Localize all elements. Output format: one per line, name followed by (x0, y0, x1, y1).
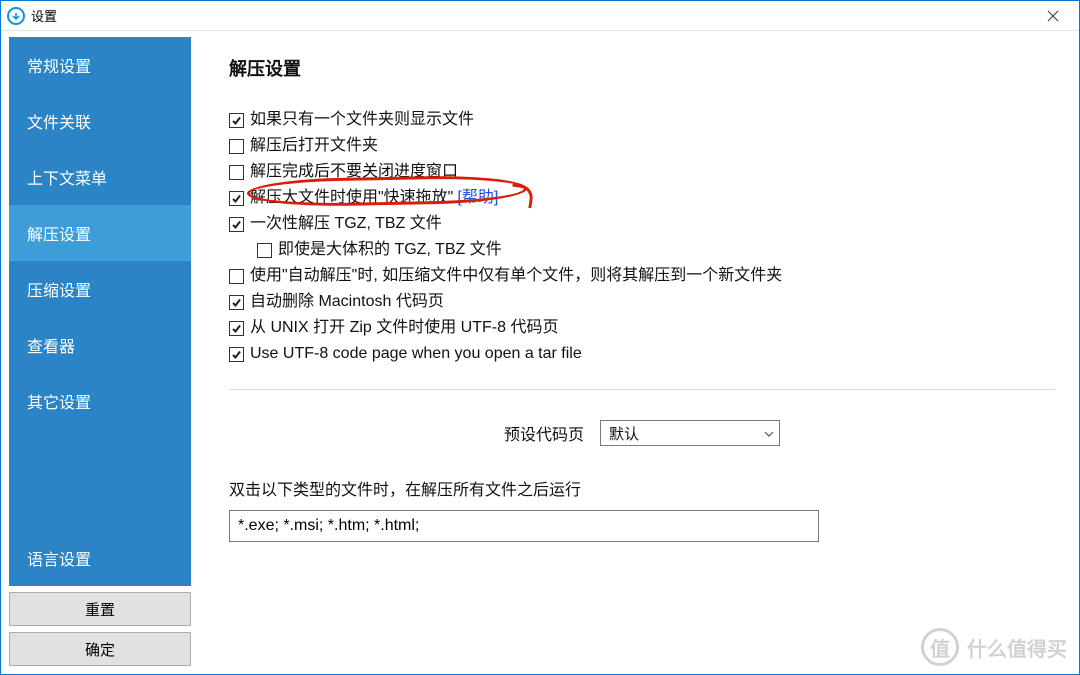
sidebar-item-label: 查看器 (27, 339, 75, 356)
option-label: 如果只有一个文件夹则显示文件 (250, 109, 474, 131)
divider (229, 389, 1055, 390)
sidebar-item-context[interactable]: 上下文菜单 (9, 149, 191, 205)
sidebar-item-extract[interactable]: 解压设置 (9, 205, 191, 261)
option-label: 即使是大体积的 TGZ, TBZ 文件 (278, 239, 502, 261)
help-link[interactable]: [帮助] (457, 187, 498, 209)
sidebar: 常规设置 文件关联 上下文菜单 解压设置 压缩设置 查看器 其它设置 语言设置 … (1, 31, 199, 674)
checkbox[interactable] (229, 347, 244, 362)
close-icon (1047, 10, 1059, 22)
sidebar-item-label: 上下文菜单 (27, 171, 107, 188)
option-row: 从 UNIX 打开 Zip 文件时使用 UTF-8 代码页 (229, 317, 1055, 339)
option-row: 解压完成后不要关闭进度窗口 (229, 161, 1055, 183)
close-button[interactable] (1033, 1, 1073, 31)
checkbox[interactable] (229, 217, 244, 232)
sidebar-item-compress[interactable]: 压缩设置 (9, 261, 191, 317)
checkbox[interactable] (229, 269, 244, 284)
page-title: 解压设置 (229, 55, 1055, 81)
sidebar-item-label: 常规设置 (27, 59, 91, 76)
options-list: 如果只有一个文件夹则显示文件解压后打开文件夹解压完成后不要关闭进度窗口解压大文件… (229, 109, 1055, 365)
checkbox[interactable] (229, 321, 244, 336)
reset-button[interactable]: 重置 (9, 592, 191, 626)
sidebar-item-label: 文件关联 (27, 115, 91, 132)
option-label: 自动删除 Macintosh 代码页 (250, 291, 444, 313)
sidebar-item-other[interactable]: 其它设置 (9, 373, 191, 429)
codepage-select[interactable]: 默认 (600, 420, 780, 446)
sidebar-item-label: 语言设置 (27, 552, 91, 569)
option-row: Use UTF-8 code page when you open a tar … (229, 343, 1055, 365)
sidebar-item-label: 解压设置 (27, 227, 91, 244)
run-after-label: 双击以下类型的文件时，在解压所有文件之后运行 (229, 476, 1055, 500)
option-label: 解压后打开文件夹 (250, 135, 378, 157)
sidebar-item-language[interactable]: 语言设置 (9, 530, 191, 586)
sidebar-item-viewer[interactable]: 查看器 (9, 317, 191, 373)
codepage-value: 默认 (609, 423, 639, 444)
checkbox[interactable] (229, 139, 244, 154)
extensions-input[interactable] (229, 510, 819, 542)
sidebar-item-general[interactable]: 常规设置 (9, 37, 191, 93)
option-row: 使用"自动解压"时, 如压缩文件中仅有单个文件，则将其解压到一个新文件夹 (229, 265, 1055, 287)
option-row: 如果只有一个文件夹则显示文件 (229, 109, 1055, 131)
option-label: 解压大文件时使用"快速拖放" (250, 187, 453, 209)
option-label: 从 UNIX 打开 Zip 文件时使用 UTF-8 代码页 (250, 317, 558, 339)
codepage-row: 预设代码页 默认 (229, 420, 1055, 446)
codepage-label: 预设代码页 (504, 421, 584, 445)
option-row: 自动删除 Macintosh 代码页 (229, 291, 1055, 313)
sidebar-item-label: 压缩设置 (27, 283, 91, 300)
option-row: 一次性解压 TGZ, TBZ 文件 (229, 213, 1055, 235)
window-title: 设置 (31, 6, 57, 25)
sidebar-item-fileassoc[interactable]: 文件关联 (9, 93, 191, 149)
app-icon (7, 7, 25, 25)
settings-window: 设置 常规设置 文件关联 上下文菜单 解压设置 压缩设置 查看器 其它设置 语言… (0, 0, 1080, 675)
nav-list: 常规设置 文件关联 上下文菜单 解压设置 压缩设置 查看器 其它设置 语言设置 (9, 37, 191, 586)
content-panel: 解压设置 如果只有一个文件夹则显示文件解压后打开文件夹解压完成后不要关闭进度窗口… (199, 31, 1079, 674)
option-row: 解压后打开文件夹 (229, 135, 1055, 157)
checkbox[interactable] (229, 113, 244, 128)
option-row: 解压大文件时使用"快速拖放" [帮助] (229, 187, 1055, 209)
checkbox[interactable] (229, 165, 244, 180)
option-label: Use UTF-8 code page when you open a tar … (250, 343, 582, 365)
body: 常规设置 文件关联 上下文菜单 解压设置 压缩设置 查看器 其它设置 语言设置 … (1, 31, 1079, 674)
option-label: 一次性解压 TGZ, TBZ 文件 (250, 213, 442, 235)
ok-button[interactable]: 确定 (9, 632, 191, 666)
checkbox[interactable] (229, 295, 244, 310)
titlebar: 设置 (1, 1, 1079, 31)
option-label: 使用"自动解压"时, 如压缩文件中仅有单个文件，则将其解压到一个新文件夹 (250, 265, 782, 287)
checkbox[interactable] (257, 243, 272, 258)
option-row: 即使是大体积的 TGZ, TBZ 文件 (257, 239, 1055, 261)
option-label: 解压完成后不要关闭进度窗口 (250, 161, 458, 183)
checkbox[interactable] (229, 191, 244, 206)
sidebar-item-label: 其它设置 (27, 395, 91, 412)
